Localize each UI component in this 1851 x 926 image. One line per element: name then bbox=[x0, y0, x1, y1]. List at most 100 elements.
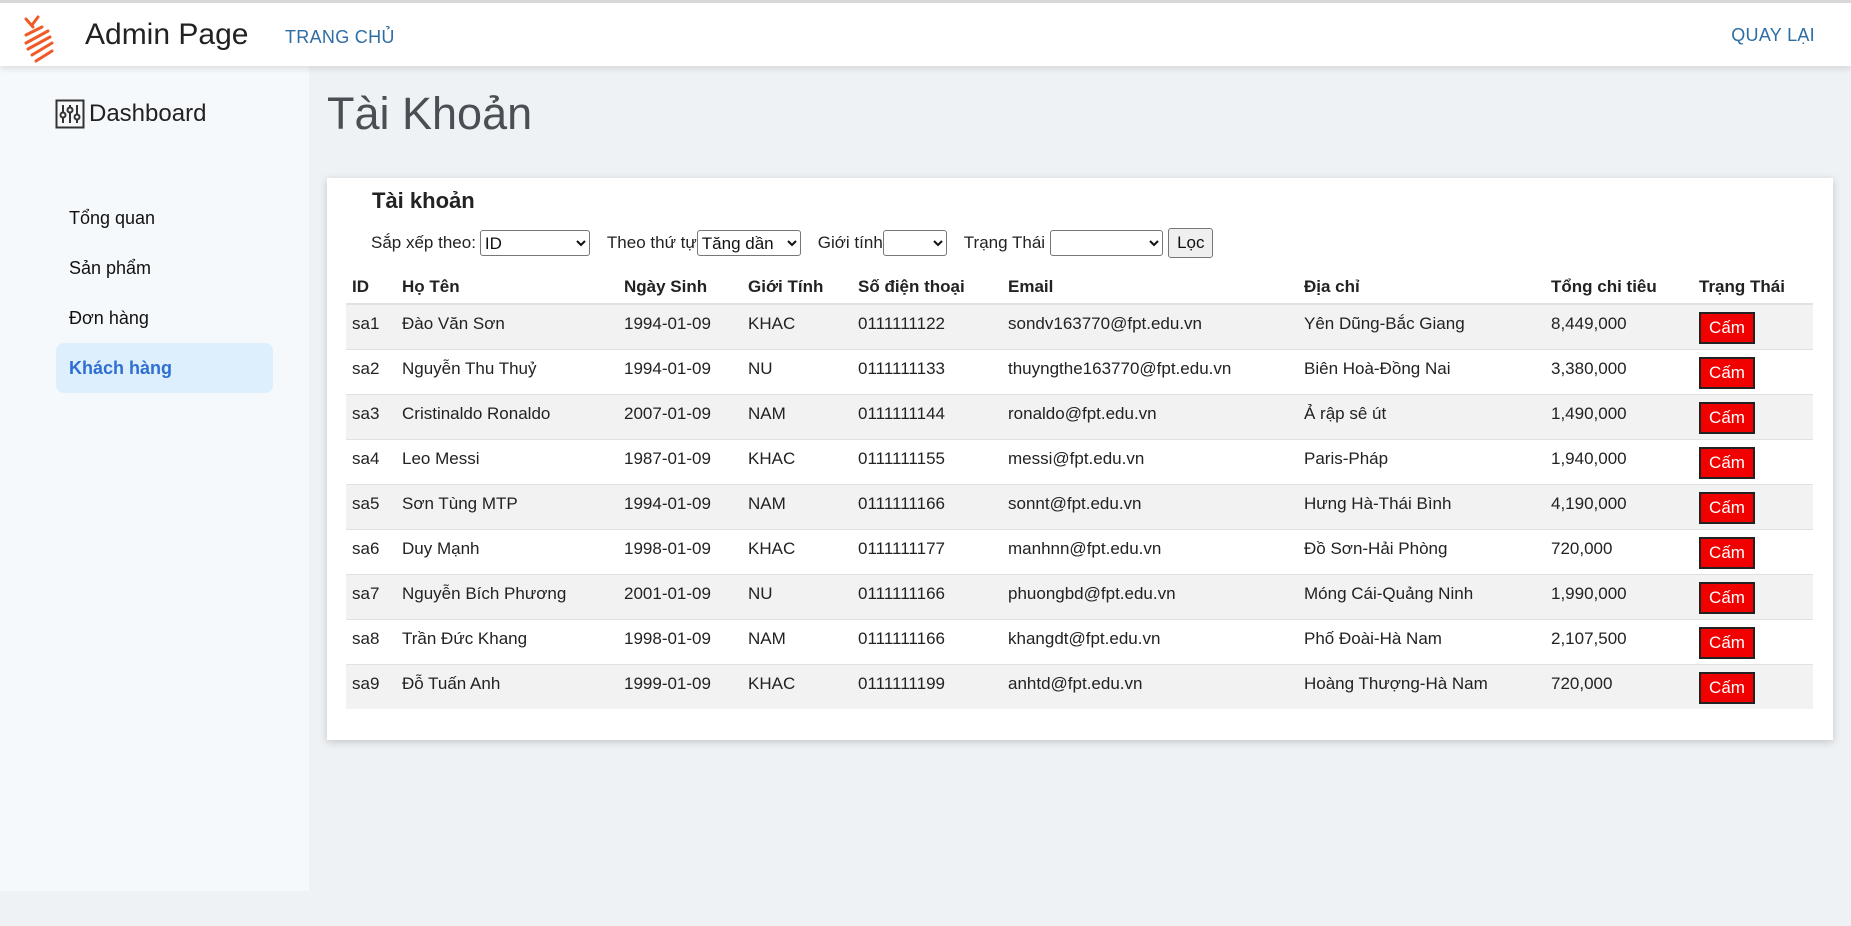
table-row: sa3 Cristinaldo Ronaldo 2007-01-09 NAM 01111… bbox=[346, 393, 1813, 439]
table-row: sa6 Duy Mạnh 1998-01-09 KHAC 0111111177 manhn… bbox=[346, 528, 1813, 574]
cell-phone: 0111111144 bbox=[852, 393, 1002, 439]
ban-button[interactable]: Cấm bbox=[1699, 312, 1755, 344]
cell-email: sonnt@fpt.edu.vn bbox=[1002, 483, 1298, 529]
cell-gender: KHAC bbox=[742, 663, 852, 709]
top-navbar: Admin Page TRANG CHỦ QUAY LẠI bbox=[0, 0, 1851, 66]
column-header[interactable]: Số điện thoại bbox=[852, 270, 1002, 305]
column-header[interactable]: Email bbox=[1002, 270, 1298, 305]
cell-spend: 720,000 bbox=[1545, 528, 1693, 574]
accounts-table: ID Họ Tên Ngày Sinh Giới Tính Số điện th… bbox=[346, 270, 1813, 709]
cell-name: Sơn Tùng MTP bbox=[396, 483, 618, 529]
cell-phone: 0111111166 bbox=[852, 483, 1002, 529]
cell-action: Cấm bbox=[1693, 573, 1813, 619]
column-header[interactable]: Trạng Thái bbox=[1693, 270, 1813, 305]
column-header[interactable]: Địa chỉ bbox=[1298, 270, 1545, 305]
cell-action: Cấm bbox=[1693, 303, 1813, 349]
cell-dob: 1998-01-09 bbox=[618, 528, 742, 574]
status-select[interactable] bbox=[1050, 230, 1164, 256]
table-row: sa4 Leo Messi 1987-01-09 KHAC 0111111155 mess… bbox=[346, 438, 1813, 484]
cell-address: Đồ Sơn-Hải Phòng bbox=[1298, 528, 1545, 574]
ban-button[interactable]: Cấm bbox=[1699, 401, 1755, 434]
cell-action: Cấm bbox=[1693, 438, 1813, 484]
cell-phone: 0111111122 bbox=[852, 303, 1002, 349]
cell-id: sa6 bbox=[346, 528, 396, 574]
cell-email: manhnn@fpt.edu.vn bbox=[1002, 528, 1298, 574]
cell-spend: 1,490,000 bbox=[1545, 393, 1693, 439]
cell-dob: 1987-01-09 bbox=[618, 438, 742, 484]
cell-gender: NAM bbox=[742, 483, 852, 529]
filter-button[interactable]: Lọc bbox=[1168, 228, 1214, 258]
order-select[interactable]: Tăng dần bbox=[696, 230, 801, 256]
cell-email: thuyngthe163770@fpt.edu.vn bbox=[1002, 348, 1298, 394]
nav-back-link[interactable]: QUAY LẠI bbox=[1731, 25, 1815, 46]
cell-email: khangdt@fpt.edu.vn bbox=[1002, 618, 1298, 664]
cell-spend: 3,380,000 bbox=[1545, 348, 1693, 394]
cell-name: Leo Messi bbox=[396, 438, 618, 484]
sidebar-item-overview[interactable]: Tổng quan bbox=[56, 193, 273, 243]
cell-action: Cấm bbox=[1693, 528, 1813, 574]
order-label: Theo thứ tự bbox=[606, 233, 697, 252]
column-header[interactable]: Tổng chi tiêu bbox=[1545, 270, 1693, 305]
ban-button[interactable]: Cấm bbox=[1699, 671, 1755, 704]
cell-id: sa5 bbox=[346, 483, 396, 529]
ban-button[interactable]: Cấm bbox=[1699, 626, 1755, 659]
column-header[interactable]: Ngày Sinh bbox=[618, 270, 742, 305]
cell-dob: 1999-01-09 bbox=[618, 663, 742, 709]
card-title: Tài khoản bbox=[372, 188, 475, 213]
brand-title[interactable]: Admin Page bbox=[85, 15, 248, 55]
accounts-card: Tài khoản Sắp xếp theo: ID Theo thứ tự T… bbox=[327, 178, 1833, 740]
cell-gender: KHAC bbox=[742, 528, 852, 574]
cell-spend: 1,940,000 bbox=[1545, 438, 1693, 484]
cell-gender: NU bbox=[742, 348, 852, 394]
cell-dob: 1994-01-09 bbox=[618, 348, 742, 394]
sidebar: Dashboard Tổng quan Sản phẩm Đơn hàng Kh… bbox=[0, 66, 309, 891]
cell-dob: 2007-01-09 bbox=[618, 393, 742, 439]
cell-name: Trần Đức Khang bbox=[396, 618, 618, 664]
ban-button[interactable]: Cấm bbox=[1699, 536, 1755, 569]
cell-id: sa8 bbox=[346, 618, 396, 664]
column-header[interactable]: Họ Tên bbox=[396, 270, 618, 305]
sort-by-select[interactable]: ID bbox=[479, 230, 590, 256]
table-row: sa7 Nguyễn Bích Phương 2001-01-09 NU 0111111… bbox=[346, 573, 1813, 619]
cell-action: Cấm bbox=[1693, 348, 1813, 394]
cell-address: Paris-Pháp bbox=[1298, 438, 1545, 484]
ban-button[interactable]: Cấm bbox=[1699, 446, 1755, 479]
cell-gender: NAM bbox=[742, 618, 852, 664]
cell-spend: 4,190,000 bbox=[1545, 483, 1693, 529]
cell-dob: 2001-01-09 bbox=[618, 573, 742, 619]
striped-logo-icon[interactable] bbox=[24, 15, 56, 63]
cell-spend: 8,449,000 bbox=[1545, 303, 1693, 349]
cell-address: Phố Đoài-Hà Nam bbox=[1298, 618, 1545, 664]
cell-spend: 2,107,500 bbox=[1545, 618, 1693, 664]
cell-action: Cấm bbox=[1693, 393, 1813, 439]
cell-id: sa1 bbox=[346, 303, 396, 349]
cell-gender: KHAC bbox=[742, 303, 852, 349]
sidebar-item-orders[interactable]: Đơn hàng bbox=[56, 293, 273, 343]
cell-phone: 0111111133 bbox=[852, 348, 1002, 394]
cell-address: Hưng Hà-Thái Bình bbox=[1298, 483, 1545, 529]
cell-email: sondv163770@fpt.edu.vn bbox=[1002, 303, 1298, 349]
cell-address: Móng Cái-Quảng Ninh bbox=[1298, 573, 1545, 619]
sidebar-title: Dashboard bbox=[55, 99, 206, 129]
cell-email: anhtd@fpt.edu.vn bbox=[1002, 663, 1298, 709]
cell-phone: 0111111155 bbox=[852, 438, 1002, 484]
gender-select[interactable] bbox=[882, 230, 947, 256]
sidebar-item-customers[interactable]: Khách hàng bbox=[56, 343, 273, 393]
ban-button[interactable]: Cấm bbox=[1699, 491, 1755, 524]
column-header[interactable]: Giới Tính bbox=[742, 270, 852, 305]
cell-action: Cấm bbox=[1693, 618, 1813, 664]
ban-button[interactable]: Cấm bbox=[1699, 581, 1755, 614]
ban-button[interactable]: Cấm bbox=[1699, 356, 1755, 389]
cell-gender: KHAC bbox=[742, 438, 852, 484]
sidebar-item-products[interactable]: Sản phẩm bbox=[56, 243, 273, 293]
page-title: Tài Khoản bbox=[327, 88, 533, 139]
nav-home-link[interactable]: TRANG CHỦ bbox=[285, 27, 395, 48]
cell-address: Hoàng Thượng-Hà Nam bbox=[1298, 663, 1545, 709]
cell-phone: 0111111177 bbox=[852, 528, 1002, 574]
cell-name: Nguyễn Bích Phương bbox=[396, 573, 618, 619]
cell-dob: 1994-01-09 bbox=[618, 483, 742, 529]
sidebar-title-label: Dashboard bbox=[89, 100, 207, 127]
column-header[interactable]: ID bbox=[346, 270, 396, 305]
cell-name: Cristinaldo Ronaldo bbox=[396, 393, 618, 439]
cell-phone: 0111111166 bbox=[852, 618, 1002, 664]
